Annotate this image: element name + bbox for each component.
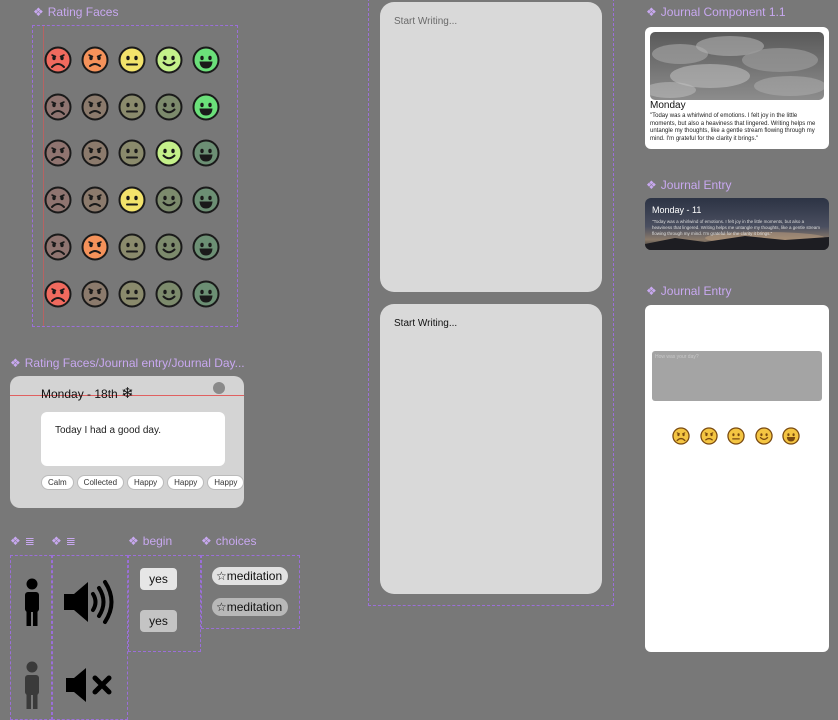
rating-face-very-sad-icon[interactable]: [44, 233, 72, 261]
rating-face-very-sad-icon[interactable]: [44, 186, 72, 214]
journal-entry-text: "Today was a whirlwind of emotions. I fe…: [652, 219, 821, 236]
begin-frame-label: ❖ begin: [128, 534, 173, 548]
rating-face-very-happy-icon[interactable]: [192, 233, 220, 261]
rating-face-very-sad-icon[interactable]: [44, 139, 72, 167]
rating-face-sad-icon[interactable]: [81, 139, 109, 167]
day-input[interactable]: How was your day?: [652, 351, 822, 401]
rating-face-happy-icon[interactable]: [155, 233, 183, 261]
tag-chip[interactable]: Calm: [41, 475, 74, 490]
journal-entry-form: How was your day?: [645, 305, 829, 652]
mood-very-happy-icon[interactable]: [782, 427, 800, 445]
editor-placeholder: Start Writing...: [394, 16, 458, 27]
editor-placeholder: Start Writing...: [394, 318, 458, 329]
choice-meditation[interactable]: ☆meditation: [212, 567, 289, 585]
person-frame-label: ❖ ≣: [10, 534, 35, 548]
rating-face-very-happy-icon[interactable]: [192, 46, 220, 74]
rating-face-happy-icon[interactable]: [155, 93, 183, 121]
snowflake-icon: ❄: [121, 385, 134, 402]
rating-face-happy-icon[interactable]: [155, 139, 183, 167]
rating-face-sad-icon[interactable]: [81, 280, 109, 308]
journal-day-card: Monday - 18th ❄ Today I had a good day. …: [10, 376, 247, 508]
rating-face-very-sad-icon[interactable]: [44, 93, 72, 121]
mood-happy-icon[interactable]: [754, 427, 773, 445]
day-title: Monday - 18th ❄: [41, 385, 134, 402]
star-icon: ☆: [216, 569, 227, 583]
rating-face-very-sad-icon[interactable]: [44, 280, 72, 308]
mood-neutral-icon[interactable]: [727, 427, 745, 445]
rating-face-happy-icon[interactable]: [155, 46, 183, 74]
person-icon[interactable]: [21, 578, 43, 626]
rating-faces-label: ❖ Rating Faces: [33, 5, 119, 19]
cloud-image: [650, 32, 824, 100]
journal-entry-form-label: ❖ Journal Entry: [646, 284, 732, 298]
editor-top[interactable]: Start Writing...: [380, 2, 602, 292]
yes-button-pressed[interactable]: yes: [140, 610, 177, 632]
rating-face-sad-icon[interactable]: [81, 93, 109, 121]
rating-face-neutral-icon[interactable]: [118, 46, 146, 74]
tag-chip[interactable]: Happy: [207, 475, 245, 490]
tag-chip[interactable]: Collected: [76, 475, 125, 490]
rating-face-neutral-icon[interactable]: [118, 186, 146, 214]
rating-face-very-happy-icon[interactable]: [192, 186, 220, 214]
journal-day: Monday: [650, 100, 686, 111]
rating-face-very-sad-icon[interactable]: [44, 46, 72, 74]
star-icon: ☆: [216, 600, 227, 614]
rating-face-happy-icon[interactable]: [155, 186, 183, 214]
journal-text: "Today was a whirlwind of emotions. I fe…: [650, 113, 816, 142]
status-dot[interactable]: [213, 382, 225, 394]
rating-face-very-happy-icon[interactable]: [192, 139, 220, 167]
choice-meditation-selected[interactable]: ☆meditation: [212, 598, 289, 616]
journal-component-card[interactable]: Monday "Today was a whirlwind of emotion…: [645, 27, 829, 149]
entry-text: Today I had a good day.: [55, 425, 162, 436]
tag-list: Calm Collected Happy Happy Happy: [41, 472, 247, 490]
tag-chip[interactable]: Happy: [127, 475, 165, 490]
journal-component-label: ❖ Journal Component 1.1: [646, 5, 786, 19]
journal-entry-label: ❖ Journal Entry: [646, 178, 732, 192]
rating-face-happy-icon[interactable]: [155, 280, 183, 308]
choices-frame-label: ❖ choices: [201, 534, 257, 548]
rating-face-neutral-icon[interactable]: [118, 233, 146, 261]
entry-text-box[interactable]: Today I had a good day.: [41, 412, 225, 466]
rating-face-neutral-icon[interactable]: [118, 139, 146, 167]
rating-face-very-happy-icon[interactable]: [192, 280, 220, 308]
rating-face-neutral-icon[interactable]: [118, 93, 146, 121]
day-card-label: ❖ Rating Faces/Journal entry/Journal Day.…: [10, 356, 245, 370]
rating-face-neutral-icon[interactable]: [118, 280, 146, 308]
journal-entry-title: Monday - 11: [652, 205, 702, 215]
yes-button[interactable]: yes: [140, 568, 177, 590]
rating-face-sad-icon[interactable]: [81, 233, 109, 261]
editor-bottom[interactable]: Start Writing...: [380, 304, 602, 594]
person-inactive-icon[interactable]: [21, 661, 43, 709]
volume-on-icon[interactable]: [62, 578, 118, 626]
mood-sad-icon[interactable]: [699, 427, 718, 445]
journal-entry-banner[interactable]: Monday - 11 "Today was a whirlwind of em…: [645, 198, 829, 250]
tag-chip[interactable]: Happy: [167, 475, 205, 490]
day-input-placeholder: How was your day?: [655, 354, 699, 360]
sound-frame-label: ❖ ≣: [51, 534, 76, 548]
rating-face-sad-icon[interactable]: [81, 186, 109, 214]
rating-face-sad-icon[interactable]: [81, 46, 109, 74]
volume-mute-icon[interactable]: [64, 666, 114, 704]
rating-face-very-happy-icon[interactable]: [192, 93, 220, 121]
mood-very-sad-icon[interactable]: [672, 427, 690, 445]
